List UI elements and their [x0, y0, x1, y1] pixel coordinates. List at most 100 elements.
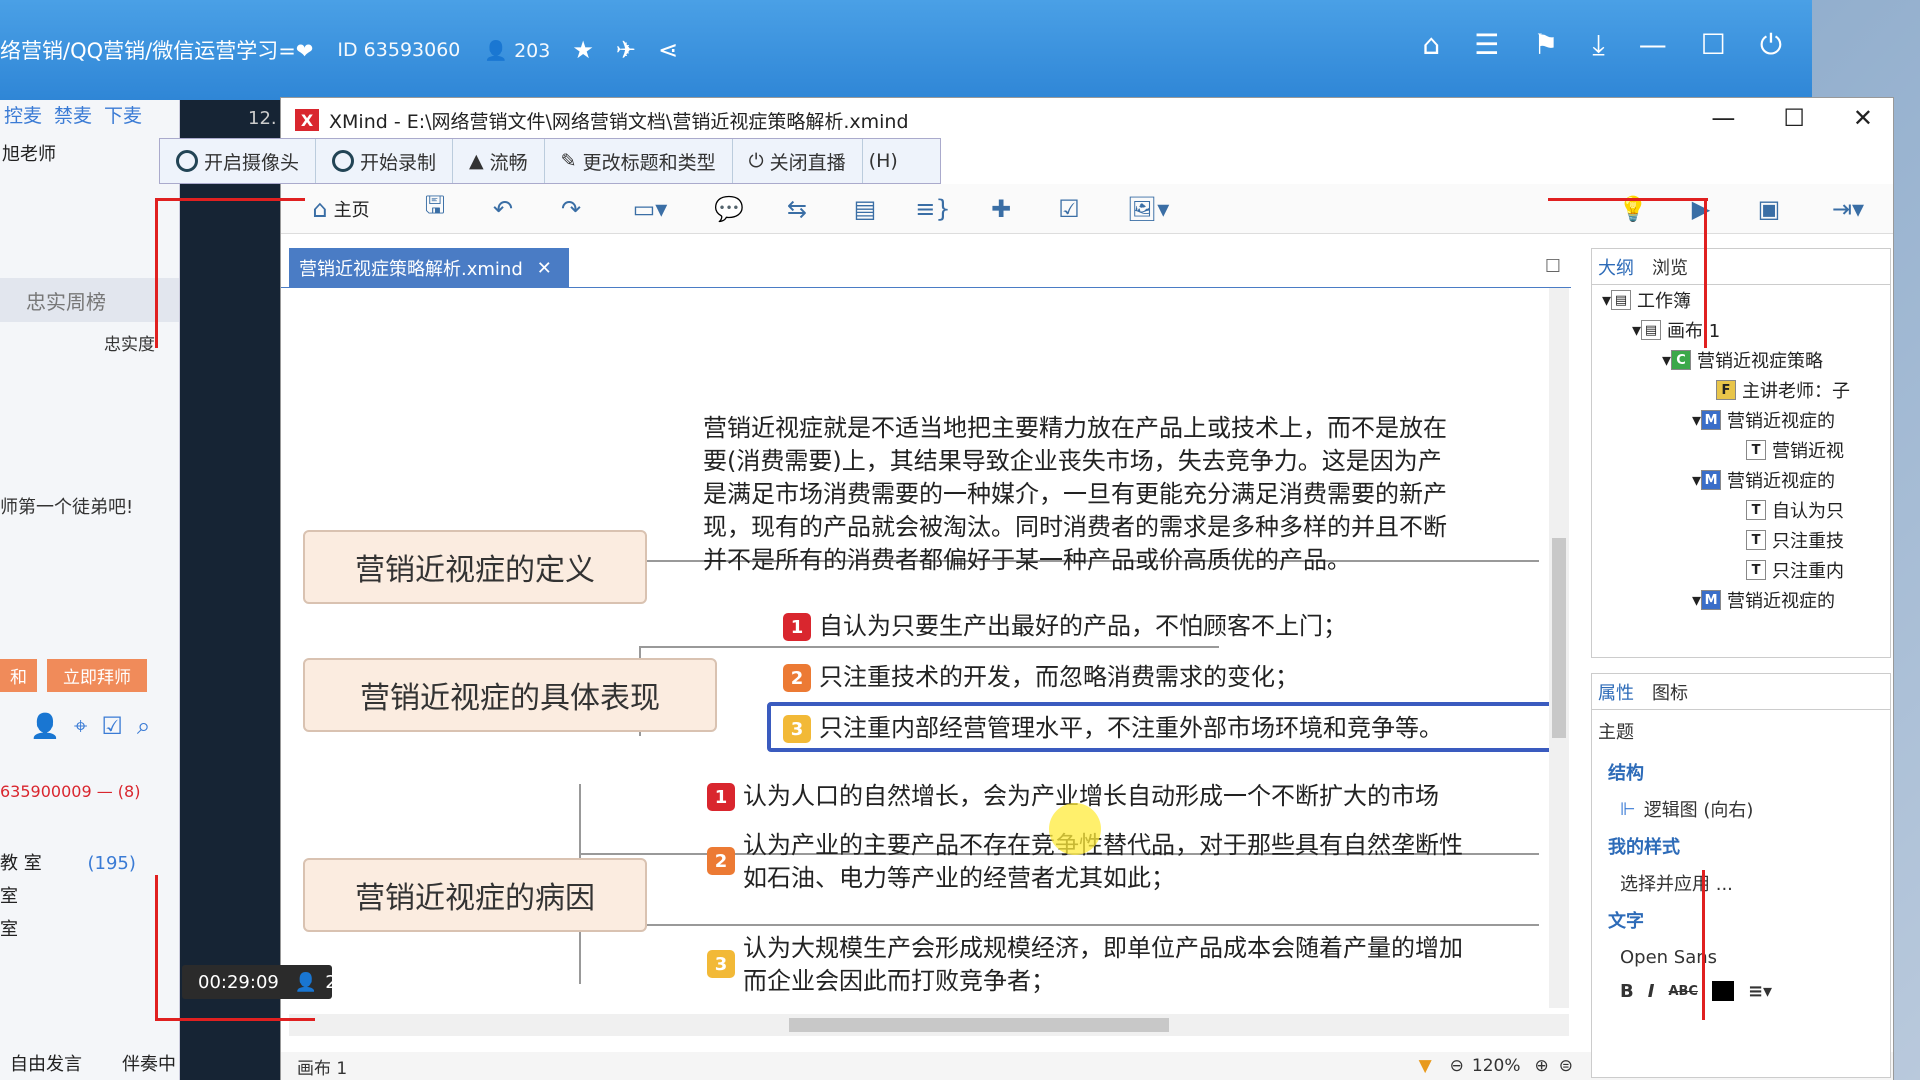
- quality-button[interactable]: ▲ 流畅: [453, 139, 545, 183]
- tree-node[interactable]: ▾ ▤ 画布 1: [1592, 315, 1890, 345]
- share-plane-icon[interactable]: ✈: [616, 36, 636, 64]
- tab-outline[interactable]: 大纲: [1598, 254, 1634, 280]
- download-icon[interactable]: ⤓: [1592, 28, 1604, 62]
- scroll-thumb[interactable]: [789, 1018, 1169, 1032]
- presentation-icon[interactable]: ▶: [1667, 188, 1735, 230]
- maximize-icon[interactable]: ☐: [1701, 28, 1726, 62]
- filter-icon[interactable]: ▼: [1419, 1056, 1432, 1076]
- cause-item[interactable]: 3 认为大规模生产会形成规模经济，即单位产品成本会随着产量的增加 而企业会因此而打败…: [707, 932, 1463, 998]
- home-icon[interactable]: ⌂: [1422, 28, 1440, 62]
- image-icon[interactable]: 🖼▾: [1103, 188, 1193, 230]
- layout-icon[interactable]: ▣: [1735, 188, 1803, 230]
- tree-node[interactable]: ▾ C 营销近视症策略: [1592, 345, 1890, 375]
- user-icon[interactable]: 👤: [30, 712, 60, 740]
- room-list-item[interactable]: 教 室 (195): [0, 847, 179, 880]
- tree-node[interactable]: F 主讲老师：子: [1592, 375, 1890, 405]
- save-icon[interactable]: 🖫: [401, 188, 469, 230]
- tree-node[interactable]: T 营销近视: [1592, 435, 1890, 465]
- section-structure[interactable]: 结构: [1592, 752, 1890, 792]
- home-icon: ⌂: [312, 194, 328, 223]
- section-text[interactable]: 文字: [1592, 900, 1890, 940]
- fit-icon[interactable]: ⊜: [1559, 1056, 1573, 1076]
- summary-icon[interactable]: ≡}: [899, 188, 967, 230]
- tree-node[interactable]: T 只注重技: [1592, 525, 1890, 555]
- room-list-item[interactable]: 室: [0, 880, 179, 913]
- vertical-scrollbar[interactable]: [1549, 288, 1569, 1008]
- structure-value[interactable]: ⊩ 逻辑图 (向右): [1592, 792, 1890, 826]
- horizontal-scrollbar[interactable]: [289, 1014, 1569, 1036]
- definition-note[interactable]: 营销近视症就是不适当地把主要精力放在产品上或技术上，而不是放在 要(消费需要)上…: [703, 412, 1563, 577]
- free-speech-tab[interactable]: 自由发言: [10, 1050, 82, 1076]
- idea-bulb-icon[interactable]: 💡: [1599, 188, 1667, 230]
- loyalty-rank-tab[interactable]: 忠实周榜: [0, 278, 179, 322]
- mindmap-canvas[interactable]: 营销近视症的定义 营销近视症的具体表现 营销近视症的病因 营销近视症就是不适当地…: [289, 288, 1569, 1018]
- tab-off-mic[interactable]: 下麦: [104, 97, 142, 132]
- close-live-button[interactable]: ⏻ 关闭直播: [733, 139, 863, 183]
- tree-node[interactable]: ▾ ▤ 工作簿: [1592, 285, 1890, 315]
- callout-icon[interactable]: 💬: [695, 188, 763, 230]
- align-icon[interactable]: ≡▾: [1748, 981, 1772, 1002]
- zoom-in-icon[interactable]: ⊕: [1535, 1056, 1549, 1076]
- section-my-style[interactable]: 我的样式: [1592, 826, 1890, 866]
- accompany-tab[interactable]: 伴奏中: [122, 1050, 176, 1076]
- share-icon[interactable]: ⋖: [658, 36, 678, 64]
- become-apprentice-button[interactable]: 立即拜师: [47, 659, 147, 692]
- export-icon[interactable]: ⇥▾: [1803, 188, 1893, 230]
- tab-browse[interactable]: 浏览: [1652, 254, 1688, 280]
- tab-properties[interactable]: 属性: [1598, 679, 1634, 705]
- tab-close-icon[interactable]: ✕: [537, 258, 552, 279]
- small-action-button[interactable]: 和: [0, 659, 37, 692]
- tree-node[interactable]: T 只注重内: [1592, 555, 1890, 585]
- tab-ban-mic[interactable]: 禁麦: [54, 97, 92, 132]
- help-menu[interactable]: (H): [863, 150, 898, 172]
- home-button[interactable]: ⌂ 主页: [281, 188, 401, 230]
- open-camera-button[interactable]: 开启摄像头: [160, 139, 317, 183]
- relationship-icon[interactable]: ⇆: [763, 188, 831, 230]
- search-icon[interactable]: ⌕: [137, 712, 150, 740]
- window-close-icon[interactable]: ✕: [1853, 104, 1873, 132]
- location-icon[interactable]: ⌖: [74, 712, 88, 740]
- text-color-swatch[interactable]: [1711, 981, 1734, 1001]
- edit-title-button[interactable]: ✎ 更改标题和类型: [545, 139, 733, 183]
- window-minimize-icon[interactable]: —: [1711, 104, 1735, 132]
- boundary-icon[interactable]: ▤: [831, 188, 899, 230]
- room-id: ID 63593060: [337, 39, 461, 61]
- symptom-item-selected[interactable]: 3 只注重内部经营管理水平，不注重外部市场环境和竞争等。: [767, 702, 1557, 752]
- topic-causes[interactable]: 营销近视症的病因: [303, 858, 647, 932]
- redo-icon[interactable]: ↷: [537, 188, 605, 230]
- editor-maximize-icon[interactable]: ☐: [1545, 256, 1561, 277]
- star-icon[interactable]: ★: [572, 36, 594, 64]
- undo-icon[interactable]: ↶: [469, 188, 537, 230]
- zoom-out-icon[interactable]: ⊖: [1450, 1056, 1464, 1076]
- topic-definition[interactable]: 营销近视症的定义: [303, 530, 647, 604]
- tree-node[interactable]: ▾ M 营销近视症的: [1592, 465, 1890, 495]
- symptom-item[interactable]: 1 自认为只要生产出最好的产品，不怕顾客不上门；: [783, 610, 1347, 643]
- label-icon[interactable]: ✚: [967, 188, 1035, 230]
- room-list-item[interactable]: 室: [0, 913, 179, 946]
- italic-icon[interactable]: I: [1648, 981, 1655, 1002]
- gamepad-icon[interactable]: ⚑: [1533, 28, 1558, 62]
- symptom-item[interactable]: 2 只注重技术的开发，而忽略消费需求的变化；: [783, 661, 1299, 694]
- minimize-icon[interactable]: —: [1639, 28, 1667, 62]
- power-icon[interactable]: ⏻: [1760, 28, 1782, 62]
- start-recording-button[interactable]: 开始录制: [316, 139, 454, 183]
- bold-icon[interactable]: B: [1620, 981, 1634, 1002]
- window-maximize-icon[interactable]: ☐: [1783, 104, 1805, 132]
- recording-timer: 00:29:09 👤 27: [182, 965, 348, 999]
- tab-icons[interactable]: 图标: [1652, 679, 1688, 705]
- task-icon[interactable]: ☑: [1035, 188, 1103, 230]
- apply-style-link[interactable]: 选择并应用 ...: [1592, 866, 1890, 900]
- tab-grab-mic[interactable]: 控麦: [4, 97, 42, 132]
- topic-symptoms[interactable]: 营销近视症的具体表现: [303, 658, 717, 732]
- scroll-thumb[interactable]: [1552, 538, 1566, 738]
- checklist-icon[interactable]: ☑: [101, 712, 123, 740]
- list-icon[interactable]: ☰: [1474, 28, 1499, 62]
- tree-node[interactable]: T 自认为只: [1592, 495, 1890, 525]
- tree-node[interactable]: ▾ M 营销近视症的: [1592, 585, 1890, 615]
- tree-node[interactable]: ▾ M 营销近视症的: [1592, 405, 1890, 435]
- document-tab[interactable]: 营销近视症策略解析.xmind ✕: [289, 248, 569, 288]
- topic-insert-icon[interactable]: ▭▾: [605, 188, 695, 230]
- strikethrough-icon[interactable]: ABC: [1668, 984, 1698, 999]
- sheet-tab[interactable]: 画布 1: [281, 1054, 347, 1079]
- font-select[interactable]: Open Sans: [1592, 940, 1890, 974]
